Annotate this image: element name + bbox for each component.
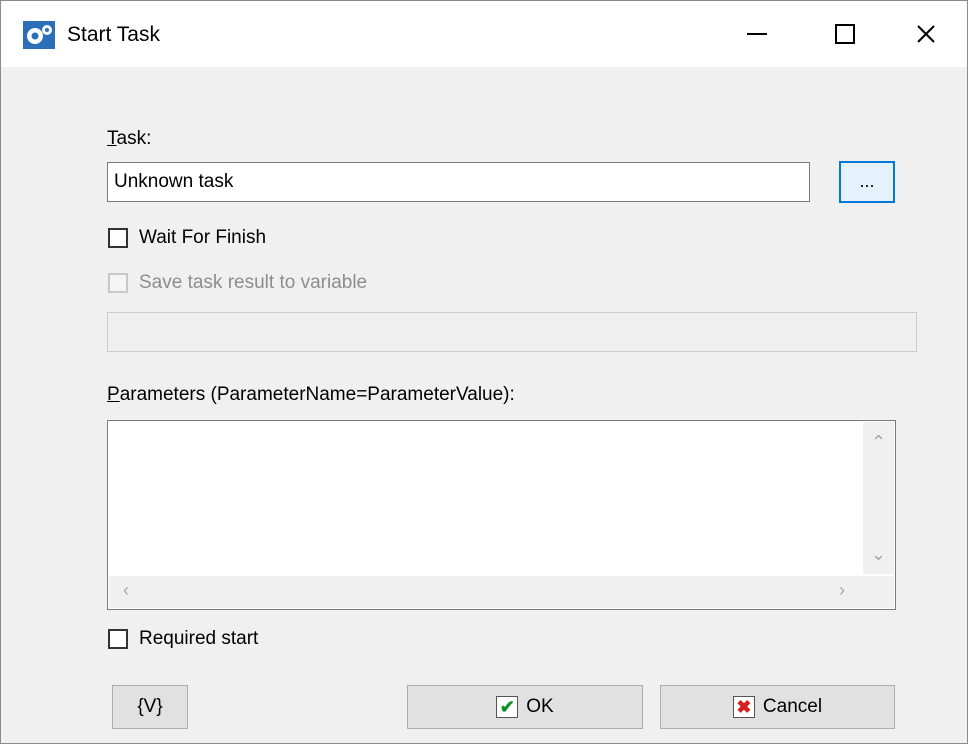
ok-button-label: OK — [526, 696, 554, 717]
task-label: Task: — [107, 128, 152, 149]
window-title: Start Task — [67, 23, 160, 46]
maximize-icon — [835, 24, 855, 44]
scrollbar-corner — [863, 576, 894, 608]
browse-task-button[interactable]: ... — [839, 161, 895, 203]
scroll-right-icon[interactable]: › — [839, 580, 845, 601]
cancel-x-icon: ✖ — [732, 696, 755, 718]
scroll-up-icon[interactable]: ⌃ — [871, 432, 886, 453]
start-task-dialog: Start Task Task: Unknown task ... Wait F… — [0, 0, 968, 744]
variables-button-label: {V} — [137, 696, 163, 717]
ok-button[interactable]: ✔ OK — [407, 685, 643, 729]
task-input[interactable]: Unknown task — [107, 162, 810, 202]
variables-button[interactable]: {V} — [112, 685, 188, 729]
scroll-left-icon[interactable]: ‹ — [123, 580, 129, 601]
minimize-button[interactable] — [709, 1, 805, 67]
title-bar[interactable]: Start Task — [1, 1, 967, 67]
check-icon: ✔ — [496, 696, 519, 718]
scroll-down-icon[interactable]: ⌄ — [871, 544, 886, 565]
wait-for-finish-checkbox[interactable] — [108, 228, 128, 248]
save-result-checkbox[interactable] — [108, 273, 128, 293]
wait-for-finish-label[interactable]: Wait For Finish — [139, 227, 266, 249]
minimize-icon — [747, 33, 767, 35]
result-variable-input[interactable] — [107, 312, 917, 352]
cancel-button-label: Cancel — [762, 696, 823, 717]
cancel-button[interactable]: ✖ Cancel — [660, 685, 895, 729]
save-result-label[interactable]: Save task result to variable — [139, 272, 367, 294]
parameters-label: Parameters (ParameterName=ParameterValue… — [107, 384, 515, 405]
required-start-checkbox[interactable] — [108, 629, 128, 649]
close-button[interactable] — [885, 1, 967, 67]
required-start-label[interactable]: Required start — [139, 628, 258, 650]
gears-icon — [23, 21, 55, 49]
maximize-button[interactable] — [797, 1, 893, 67]
vertical-scrollbar[interactable]: ⌃ ⌄ — [863, 422, 894, 574]
parameters-textarea[interactable]: ⌃ ⌄ ‹ › — [107, 420, 896, 610]
horizontal-scrollbar[interactable]: ‹ › — [109, 576, 863, 608]
close-icon — [917, 25, 935, 43]
